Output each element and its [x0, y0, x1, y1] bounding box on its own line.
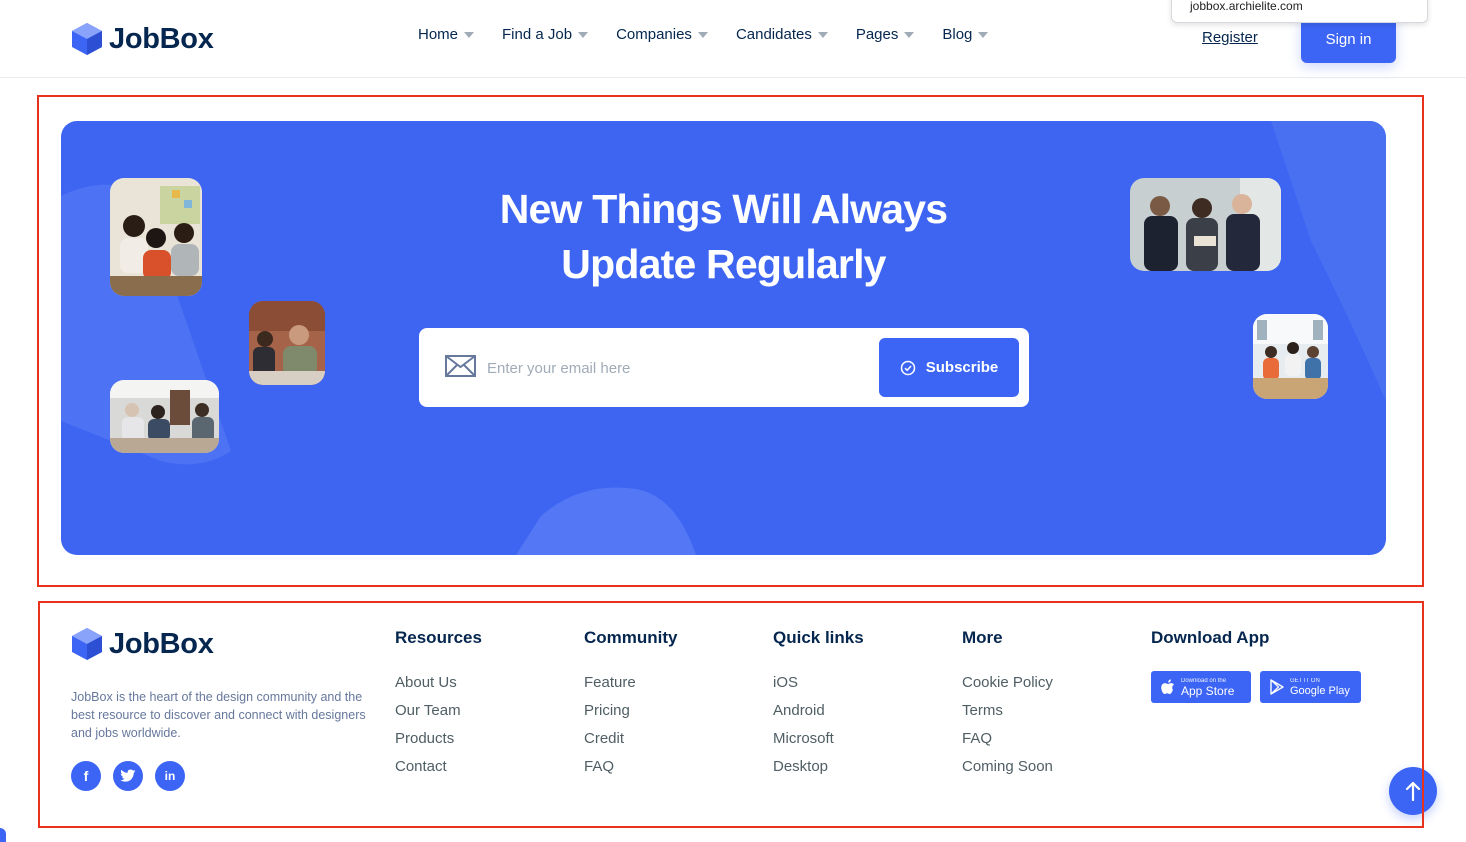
footer-link-coming-soon[interactable]: Coming Soon [962, 758, 1053, 786]
google-play-label: Google Play [1290, 684, 1350, 697]
newsletter-title-line-2: Update Regularly [561, 241, 886, 287]
footer-column-title: Resources [395, 628, 482, 647]
nav-item-candidates[interactable]: Candidates [736, 26, 828, 43]
nav-item-companies[interactable]: Companies [616, 26, 708, 43]
main-nav: Home Find a Job Companies Candidates Pag… [418, 26, 1016, 43]
nav-item-find-a-job[interactable]: Find a Job [502, 26, 589, 43]
newsletter-title: New Things Will Always Update Regularly [61, 182, 1386, 292]
team-photo-2 [249, 301, 325, 385]
nav-label: Companies [616, 26, 692, 43]
footer-column-quick-links: Quick links iOS Android Microsoft Deskto… [773, 628, 864, 786]
footer-column-resources: Resources About Us Our Team Products Con… [395, 628, 482, 786]
sign-in-button[interactable]: Sign in [1301, 16, 1396, 63]
twitter-bird-icon [120, 769, 136, 782]
footer-column-title: Community [584, 628, 678, 647]
footer-column-title: More [962, 628, 1003, 647]
app-store-label: App Store [1181, 683, 1235, 698]
footer-column-more: More Cookie Policy Terms FAQ Coming Soon [962, 628, 1053, 786]
nav-label: Blog [942, 26, 973, 43]
footer-link-terms[interactable]: Terms [962, 702, 1053, 730]
app-store-button[interactable]: Download on the App Store [1151, 671, 1251, 703]
google-play-button[interactable]: GET IT ON Google Play [1260, 671, 1361, 703]
footer-link-desktop[interactable]: Desktop [773, 758, 864, 786]
scroll-to-top-button[interactable] [1389, 767, 1437, 815]
caret-down-icon [464, 31, 475, 38]
facebook-icon[interactable]: f [71, 761, 101, 791]
check-circle-icon [900, 360, 915, 375]
url-tooltip: jobbox.archielite.com [1171, 0, 1428, 23]
nav-label: Candidates [735, 26, 812, 43]
footer-brand-name: JobBox [109, 627, 214, 660]
team-photo-5 [1253, 314, 1328, 399]
footer-link-credit[interactable]: Credit [584, 730, 678, 758]
footer-link-about-us[interactable]: About Us [395, 674, 482, 702]
apple-icon [1161, 679, 1174, 694]
header-logo[interactable]: JobBox [71, 22, 214, 56]
subscribe-button[interactable]: Subscribe [879, 338, 1019, 397]
nav-label: Pages [855, 26, 899, 43]
nav-label: Find a Job [502, 26, 573, 43]
footer-link-faq[interactable]: FAQ [584, 758, 678, 786]
footer-link-feature[interactable]: Feature [584, 674, 678, 702]
footer-link-contact[interactable]: Contact [395, 758, 482, 786]
nav-label: Home [418, 26, 459, 43]
nav-item-home[interactable]: Home [418, 26, 475, 43]
arrow-up-icon [1405, 781, 1421, 801]
page-edge-accent [0, 828, 6, 842]
footer-description: JobBox is the heart of the design commun… [71, 690, 366, 740]
subscribe-label: Subscribe [925, 359, 999, 376]
logo-cube-icon [72, 23, 102, 55]
email-input[interactable] [487, 350, 867, 386]
envelope-icon [445, 355, 476, 377]
footer-link-android[interactable]: Android [773, 702, 864, 730]
footer-link-products[interactable]: Products [395, 730, 482, 758]
footer-column-title: Download App [1151, 628, 1270, 647]
team-photo-3 [110, 380, 219, 453]
caret-down-icon [697, 31, 708, 38]
footer-link-cookie-policy[interactable]: Cookie Policy [962, 674, 1053, 702]
footer-link-pricing[interactable]: Pricing [584, 702, 678, 730]
caret-down-icon [978, 31, 989, 38]
app-store-caption: Download on the [1181, 677, 1227, 684]
logo-cube-icon [72, 628, 102, 660]
caret-down-icon [817, 31, 828, 38]
footer-column-community: Community Feature Pricing Credit FAQ [584, 628, 678, 786]
nav-item-pages[interactable]: Pages [856, 26, 915, 43]
caret-down-icon [578, 31, 589, 38]
google-play-icon [1270, 679, 1284, 695]
google-play-caption: GET IT ON [1290, 677, 1320, 684]
caret-down-icon [904, 31, 915, 38]
header-brand-name: JobBox [109, 22, 214, 55]
social-links: f in [71, 761, 185, 791]
footer-link-ios[interactable]: iOS [773, 674, 864, 702]
linkedin-icon[interactable]: in [155, 761, 185, 791]
twitter-icon[interactable] [113, 761, 143, 791]
newsletter-form: Subscribe [419, 328, 1029, 407]
footer-logo[interactable]: JobBox [71, 627, 214, 661]
footer-link-faq[interactable]: FAQ [962, 730, 1053, 758]
newsletter-title-line-1: New Things Will Always [499, 186, 948, 232]
footer-link-microsoft[interactable]: Microsoft [773, 730, 864, 758]
nav-item-blog[interactable]: Blog [942, 26, 989, 43]
app-badges: Download on the App Store GET IT ON Goog… [1151, 671, 1361, 703]
footer-column-download-app: Download App [1151, 628, 1269, 650]
register-link[interactable]: Register [1202, 29, 1258, 46]
footer-link-our-team[interactable]: Our Team [395, 702, 482, 730]
footer-column-title: Quick links [773, 628, 864, 647]
